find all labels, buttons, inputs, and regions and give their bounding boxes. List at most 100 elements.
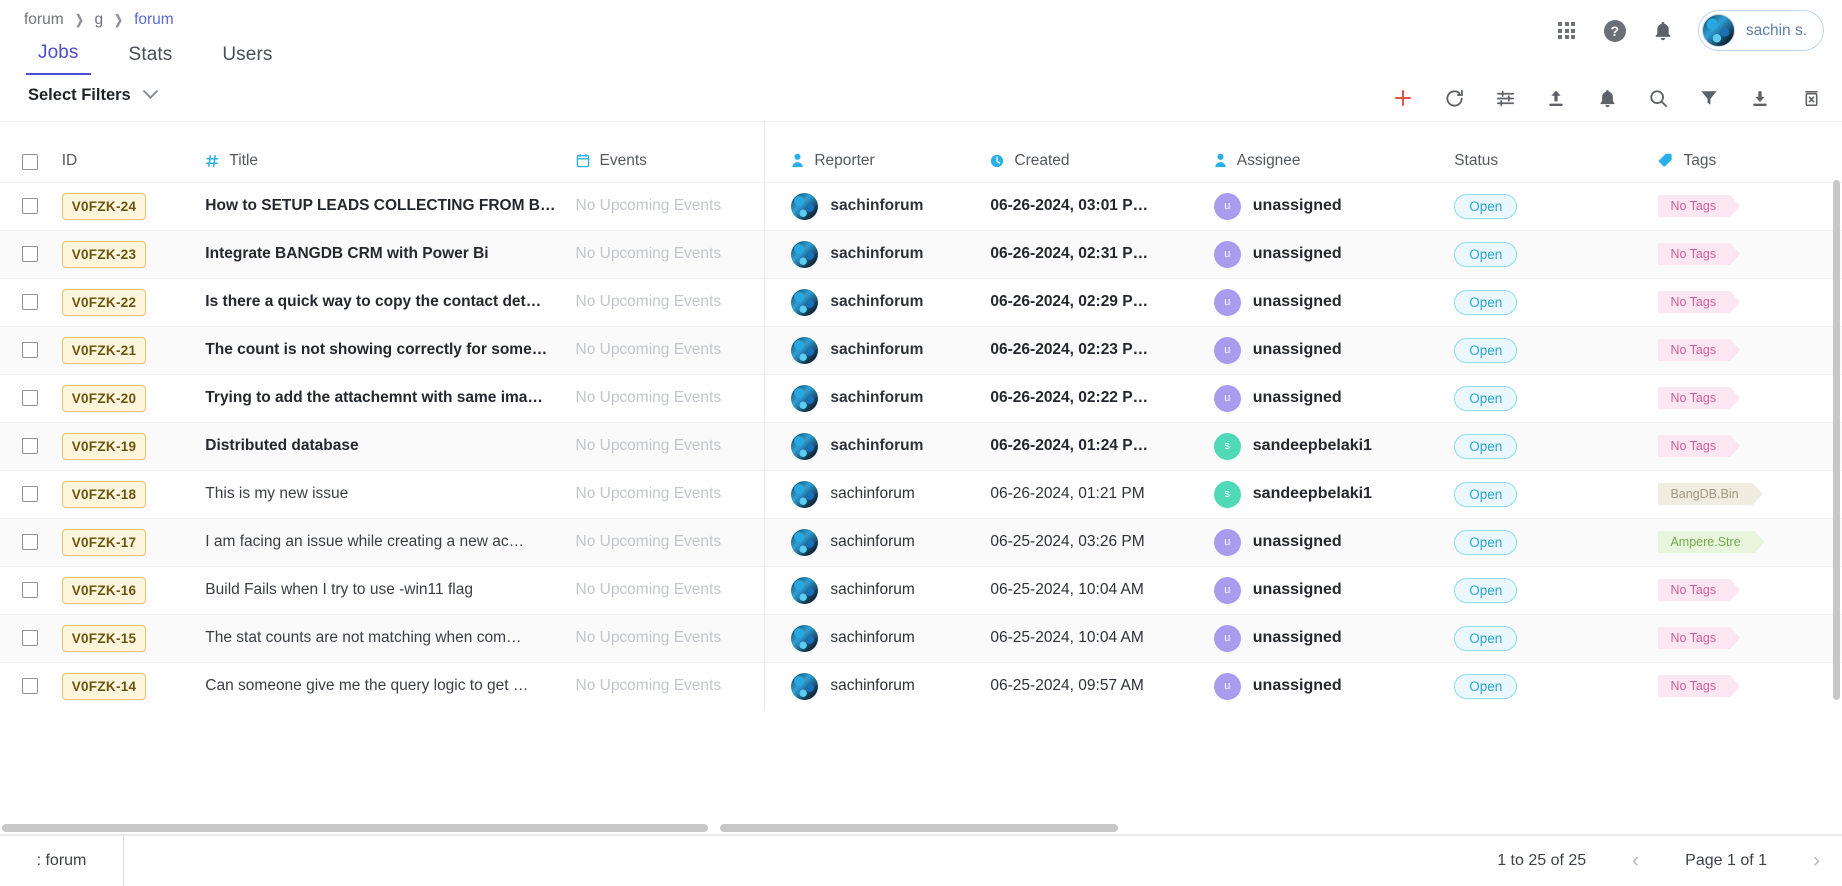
row-status-cell[interactable]: Open — [1454, 326, 1658, 374]
row-id-cell[interactable]: V0FZK-22 — [61, 278, 206, 326]
row-tags-cell[interactable]: Ampere.Stre — [1658, 518, 1842, 566]
row-assignee-cell[interactable]: s sandeepbelaki1 — [1213, 422, 1454, 470]
row-checkbox[interactable] — [22, 486, 38, 502]
row-title-cell[interactable]: Trying to add the attachemnt with same i… — [205, 374, 575, 422]
row-status-cell[interactable]: Open — [1454, 614, 1658, 662]
row-select-cell[interactable] — [0, 662, 62, 710]
status-badge[interactable]: Open — [1454, 673, 1518, 699]
row-tags-cell[interactable]: No Tags — [1658, 422, 1842, 470]
row-reporter-cell[interactable]: sachinforum — [764, 614, 991, 662]
row-checkbox[interactable] — [22, 342, 38, 358]
status-badge[interactable]: Open — [1454, 529, 1518, 555]
id-badge[interactable]: V0FZK-15 — [61, 624, 147, 652]
row-assignee-cell[interactable]: u unassigned — [1213, 614, 1454, 662]
row-status-cell[interactable]: Open — [1454, 374, 1658, 422]
row-assignee-cell[interactable]: s sandeepbelaki1 — [1213, 470, 1454, 518]
row-title-cell[interactable]: Is there a quick way to copy the contact… — [205, 278, 575, 326]
row-assignee-cell[interactable]: u unassigned — [1213, 230, 1454, 278]
status-badge[interactable]: Open — [1454, 481, 1518, 507]
row-status-cell[interactable]: Open — [1454, 518, 1658, 566]
tag-chip[interactable]: No Tags — [1658, 675, 1731, 698]
column-tags[interactable]: Tags — [1658, 122, 1842, 182]
download-button[interactable] — [1747, 85, 1773, 111]
select-all-checkbox[interactable] — [22, 153, 38, 170]
row-reporter-cell[interactable]: sachinforum — [764, 518, 991, 566]
row-checkbox[interactable] — [22, 294, 38, 310]
row-select-cell[interactable] — [0, 374, 62, 422]
job-title[interactable]: Build Fails when I try to use -win11 fla… — [205, 581, 561, 599]
row-id-cell[interactable]: V0FZK-20 — [61, 374, 206, 422]
row-assignee-cell[interactable]: u unassigned — [1213, 374, 1454, 422]
job-title[interactable]: How to SETUP LEADS COLLECTING FROM B… — [205, 197, 561, 215]
table-row[interactable]: V0FZK-21 The count is not showing correct… — [0, 326, 1842, 374]
row-title-cell[interactable]: Can someone give me the query logic to g… — [205, 662, 575, 710]
row-tags-cell[interactable]: No Tags — [1658, 278, 1842, 326]
refresh-button[interactable] — [1441, 85, 1467, 111]
table-row[interactable]: V0FZK-18 This is my new issue No Upcoming … — [0, 470, 1842, 518]
row-select-cell[interactable] — [0, 326, 62, 374]
breadcrumb-item-2[interactable]: forum — [134, 11, 174, 29]
status-badge[interactable]: Open — [1454, 385, 1518, 411]
row-status-cell[interactable]: Open — [1454, 470, 1658, 518]
job-title[interactable]: The stat counts are not matching when co… — [205, 629, 561, 647]
row-tags-cell[interactable]: No Tags — [1658, 326, 1842, 374]
row-select-cell[interactable] — [0, 518, 62, 566]
row-status-cell[interactable]: Open — [1454, 566, 1658, 614]
tag-chip[interactable]: No Tags — [1658, 387, 1731, 409]
status-badge[interactable]: Open — [1454, 241, 1518, 267]
row-assignee-cell[interactable]: u unassigned — [1213, 518, 1454, 566]
alerts-bell-button[interactable] — [1594, 85, 1620, 111]
row-title-cell[interactable]: Integrate BANGDB CRM with Power Bi — [205, 230, 575, 278]
column-events[interactable]: Events — [575, 122, 765, 182]
row-tags-cell[interactable]: No Tags — [1658, 614, 1842, 662]
horizontal-scrollbar-left[interactable] — [0, 824, 718, 832]
row-assignee-cell[interactable]: u unassigned — [1213, 662, 1454, 710]
delete-button[interactable] — [1798, 85, 1824, 111]
row-id-cell[interactable]: V0FZK-21 — [61, 326, 206, 374]
row-assignee-cell[interactable]: u unassigned — [1213, 566, 1454, 614]
row-checkbox[interactable] — [22, 582, 38, 598]
job-title[interactable]: Distributed database — [205, 437, 561, 455]
row-tags-cell[interactable]: BangDB.Bin — [1658, 470, 1842, 518]
row-select-cell[interactable] — [0, 566, 62, 614]
tag-chip[interactable]: No Tags — [1658, 243, 1731, 265]
job-title[interactable]: Integrate BANGDB CRM with Power Bi — [205, 245, 561, 263]
row-select-cell[interactable] — [0, 422, 62, 470]
table-row[interactable]: V0FZK-15 The stat counts are not matching… — [0, 614, 1842, 662]
id-badge[interactable]: V0FZK-19 — [61, 432, 147, 460]
job-title[interactable]: Can someone give me the query logic to g… — [205, 677, 561, 695]
row-id-cell[interactable]: V0FZK-14 — [61, 662, 206, 710]
table-row[interactable]: V0FZK-24 How to SETUP LEADS COLLECTING FR… — [0, 182, 1842, 230]
id-badge[interactable]: V0FZK-22 — [61, 288, 147, 316]
row-id-cell[interactable]: V0FZK-19 — [61, 422, 206, 470]
row-status-cell[interactable]: Open — [1454, 182, 1658, 230]
tag-chip[interactable]: No Tags — [1658, 195, 1731, 217]
bell-icon[interactable] — [1650, 18, 1676, 44]
row-assignee-cell[interactable]: u unassigned — [1213, 182, 1454, 230]
id-badge[interactable]: V0FZK-24 — [61, 192, 147, 220]
row-title-cell[interactable]: I am facing an issue while creating a ne… — [205, 518, 575, 566]
row-id-cell[interactable]: V0FZK-16 — [61, 566, 206, 614]
row-id-cell[interactable]: V0FZK-24 — [61, 182, 206, 230]
row-tags-cell[interactable]: No Tags — [1658, 662, 1842, 710]
row-title-cell[interactable]: Distributed database — [205, 422, 575, 470]
tag-chip[interactable]: No Tags — [1658, 339, 1731, 361]
column-created[interactable]: Created — [990, 122, 1214, 182]
tag-chip[interactable]: Ampere.Stre — [1658, 531, 1755, 553]
row-title-cell[interactable]: This is my new issue — [205, 470, 575, 518]
row-title-cell[interactable]: How to SETUP LEADS COLLECTING FROM B… — [205, 182, 575, 230]
row-tags-cell[interactable]: No Tags — [1658, 374, 1842, 422]
row-select-cell[interactable] — [0, 278, 62, 326]
table-row[interactable]: V0FZK-22 Is there a quick way to copy the… — [0, 278, 1842, 326]
row-reporter-cell[interactable]: sachinforum — [764, 278, 991, 326]
id-badge[interactable]: V0FZK-18 — [61, 480, 147, 508]
breadcrumb-item-0[interactable]: forum — [24, 11, 64, 29]
job-title[interactable]: This is my new issue — [205, 485, 561, 503]
row-id-cell[interactable]: V0FZK-23 — [61, 230, 206, 278]
row-title-cell[interactable]: The stat counts are not matching when co… — [205, 614, 575, 662]
user-menu[interactable]: sachin s. — [1697, 10, 1824, 51]
table-row[interactable]: V0FZK-19 Distributed database No Upcoming … — [0, 422, 1842, 470]
row-title-cell[interactable]: The count is not showing correctly for s… — [205, 326, 575, 374]
job-title[interactable]: Trying to add the attachemnt with same i… — [205, 389, 561, 407]
column-assignee[interactable]: Assignee — [1213, 122, 1455, 182]
